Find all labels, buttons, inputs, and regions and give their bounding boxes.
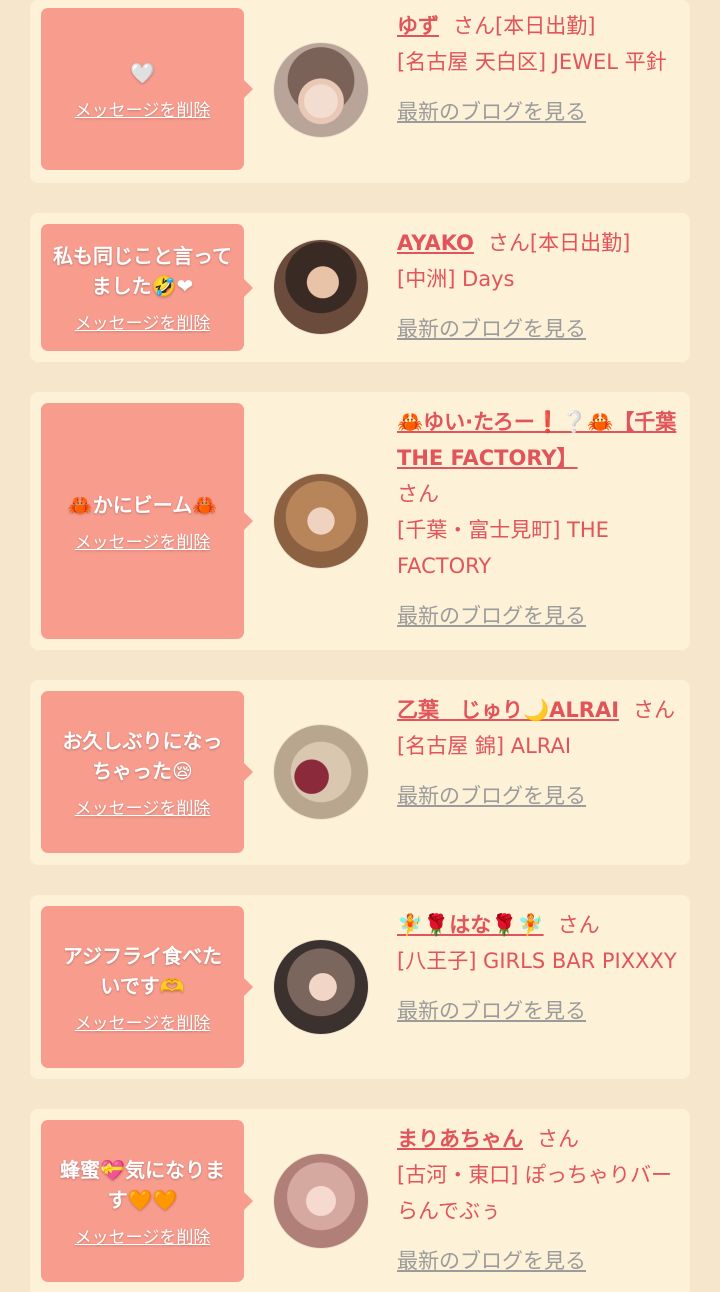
cast-info: 🧚🌹はな🌹🧚 さん [八王子] GIRLS BAR PIXXXY 最新のブログを見… [397, 907, 683, 1029]
avatar[interactable] [274, 725, 368, 819]
message-bubble: 🦀かにビーム🦀 メッセージを削除 [41, 403, 253, 639]
message-text: 私も同じこと言ってました🤣❤ [53, 244, 232, 298]
message-bubble: 🤍 メッセージを削除 [41, 8, 253, 170]
cast-location: [古河・東口] ぽっちゃりバー らんでぶぅ [397, 1163, 673, 1223]
latest-blog-link[interactable]: 最新のブログを見る [397, 94, 586, 130]
avatar[interactable] [274, 240, 368, 334]
message-text: 🤍 [130, 60, 155, 85]
cast-info: ゆず さん[本日出勤] [名古屋 天白区] JEWEL 平針 最新のブログを見る [397, 8, 683, 130]
message-card: お久しぶりになっちゃった😪 メッセージを削除 乙葉 じゅり🌙ALRAI さん [名… [30, 680, 690, 865]
avatar[interactable] [274, 940, 368, 1034]
cast-name-link[interactable]: まりあちゃん [397, 1127, 523, 1151]
message-text: アジフライ食べたいです🫶 [62, 943, 223, 998]
cast-info: 乙葉 じゅり🌙ALRAI さん [名古屋 錦] ALRAI 最新のブログを見る [397, 692, 683, 814]
message-card: アジフライ食べたいです🫶 メッセージを削除 🧚🌹はな🌹🧚 さん [八王子] GIR… [30, 895, 690, 1079]
cast-suffix: さん[本日出勤] [487, 231, 631, 255]
message-text: 🦀かにビーム🦀 [67, 492, 218, 517]
delete-message-link[interactable]: メッセージを削除 [75, 309, 211, 334]
latest-blog-link[interactable]: 最新のブログを見る [397, 598, 586, 634]
cast-suffix: さん [397, 482, 439, 506]
cast-location: [千葉・富士見町] THE FACTORY [397, 518, 609, 578]
message-text: お久しぶりになっちゃった😪 [62, 728, 223, 783]
cast-suffix: さん [633, 698, 676, 722]
delete-message-link[interactable]: メッセージを削除 [75, 96, 211, 121]
avatar[interactable] [274, 43, 368, 137]
latest-blog-link[interactable]: 最新のブログを見る [397, 1243, 586, 1279]
message-bubble: 私も同じこと言ってました🤣❤ メッセージを削除 [41, 224, 253, 351]
message-bubble: お久しぶりになっちゃった😪 メッセージを削除 [41, 691, 253, 853]
message-text: 蜂蜜💝気になります🧡🧡 [60, 1157, 225, 1212]
latest-blog-link[interactable]: 最新のブログを見る [397, 778, 586, 814]
cast-info: まりあちゃん さん [古河・東口] ぽっちゃりバー らんでぶぅ 最新のブログを見る [397, 1121, 683, 1279]
message-card: 私も同じこと言ってました🤣❤ メッセージを削除 AYAKO さん[本日出勤] [中… [30, 213, 690, 362]
cast-suffix: さん [557, 913, 600, 937]
cast-info: 🦀ゆい·たろー❗❔🦀【千葉THE FACTORY】 さん [千葉・富士見町] T… [397, 404, 683, 634]
cast-suffix: さん [537, 1127, 579, 1151]
delete-message-link[interactable]: メッセージを削除 [75, 794, 211, 819]
avatar[interactable] [274, 474, 368, 568]
message-bubble: アジフライ食べたいです🫶 メッセージを削除 [41, 906, 253, 1068]
cast-name-link[interactable]: 🦀ゆい·たろー❗❔🦀【千葉THE FACTORY】 [397, 410, 676, 470]
latest-blog-link[interactable]: 最新のブログを見る [397, 311, 586, 347]
delete-message-link[interactable]: メッセージを削除 [75, 528, 211, 553]
cast-info: AYAKO さん[本日出勤] [中洲] Days 最新のブログを見る [397, 225, 683, 347]
message-card: 🤍 メッセージを削除 ゆず さん[本日出勤] [名古屋 天白区] JEWEL 平針… [30, 0, 690, 183]
avatar[interactable] [274, 1154, 368, 1248]
latest-blog-link[interactable]: 最新のブログを見る [397, 993, 586, 1029]
delete-message-link[interactable]: メッセージを削除 [75, 1009, 211, 1034]
cast-name-link[interactable]: 🧚🌹はな🌹🧚 [397, 913, 544, 937]
cast-suffix: さん[本日出勤] [453, 14, 596, 38]
cast-location: [八王子] GIRLS BAR PIXXXY [397, 949, 677, 973]
cast-location: [名古屋 錦] ALRAI [397, 734, 572, 758]
cast-name-link[interactable]: ゆず [397, 14, 439, 38]
cast-location: [名古屋 天白区] JEWEL 平針 [397, 50, 667, 74]
message-card: 蜂蜜💝気になります🧡🧡 メッセージを削除 まりあちゃん さん [古河・東口] ぽっ… [30, 1109, 690, 1292]
cast-name-link[interactable]: AYAKO [397, 231, 474, 255]
delete-message-link[interactable]: メッセージを削除 [75, 1223, 211, 1248]
cast-name-link[interactable]: 乙葉 じゅり🌙ALRAI [397, 698, 619, 722]
cast-location: [中洲] Days [397, 267, 515, 291]
message-card: 🦀かにビーム🦀 メッセージを削除 🦀ゆい·たろー❗❔🦀【千葉THE FACTOR… [30, 392, 690, 650]
message-bubble: 蜂蜜💝気になります🧡🧡 メッセージを削除 [41, 1120, 253, 1282]
